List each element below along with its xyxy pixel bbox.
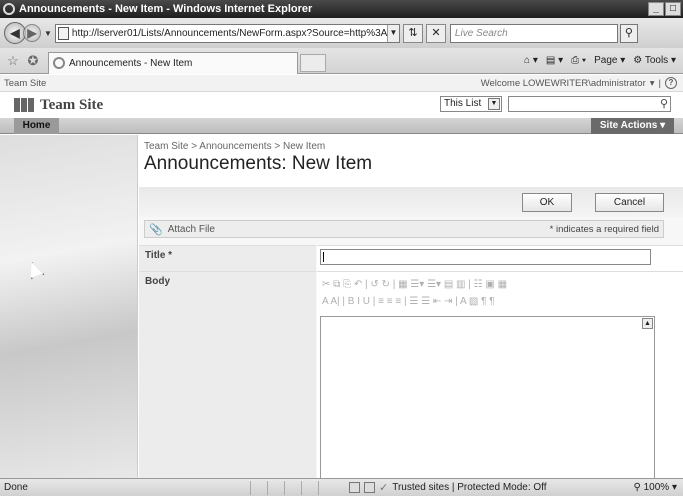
tab-bar: ☆ ✪ Announcements - New Item ⌂ ▾ ▤ ▾ ⎙ ▾… — [0, 48, 683, 74]
search-scope-value: This List — [444, 98, 482, 109]
chevron-down-icon: ▼ — [488, 98, 500, 110]
command-bar: ⌂ ▾ ▤ ▾ ⎙ ▾ Page ▾ ⚙ Tools ▾ — [521, 55, 683, 66]
tools-menu[interactable]: ⚙ Tools ▾ — [630, 55, 679, 66]
page-title-area: Team Site > Announcements > New Item Ann… — [139, 135, 683, 187]
site-actions-label: Site Actions — [599, 120, 658, 131]
address-toolbar: ◀ ▶ ▼ http://lserver01/Lists/Announcemen… — [0, 18, 683, 48]
zoom-icon: ⚲ — [633, 482, 641, 493]
live-search-input[interactable]: Live Search — [449, 23, 618, 43]
status-bar: Done ✓ Trusted sites | Protected Mode: O… — [0, 478, 683, 496]
ie-logo-icon — [3, 3, 15, 15]
sharepoint-header: Team Site This List ▼ ⚲ — [0, 92, 683, 118]
divider: | — [658, 77, 661, 89]
scroll-up-icon[interactable]: ▲ — [642, 318, 653, 329]
minimize-button[interactable]: _ — [648, 2, 664, 16]
body-field-label: Body — [139, 271, 316, 478]
address-dropdown-icon[interactable]: ▼ — [386, 24, 399, 42]
nav-home[interactable]: Home — [14, 118, 59, 134]
window-controls: _ □ — [648, 2, 681, 16]
stop-button[interactable]: ✕ — [425, 23, 446, 43]
rte-toolbar-row-1[interactable]: ✂ ⧉ ⎘ ↶ | ↺ ↻ | ▦ ☰▾ ☰▾ ▤ ▥ | ☷ ▣ ▦ — [320, 276, 655, 293]
cancel-button[interactable]: Cancel — [595, 193, 664, 212]
feeds-icon[interactable]: ▤ ▾ — [543, 55, 566, 66]
refresh-button[interactable]: ⇅ — [402, 23, 423, 43]
print-icon[interactable]: ⎙ ▾ — [568, 55, 589, 66]
chevron-down-icon: ▾ — [660, 120, 666, 131]
site-name[interactable]: Team Site — [40, 97, 103, 114]
search-scope-select[interactable]: This List ▼ — [440, 96, 502, 112]
attach-file-link[interactable]: Attach File — [168, 224, 215, 235]
title-field-cell — [317, 245, 683, 271]
body-editor[interactable]: ▲ — [320, 316, 655, 496]
welcome-text: Welcome LOWEWRITER\administrator — [480, 77, 646, 89]
zone-text: Trusted sites | Protected Mode: Off — [392, 482, 547, 493]
welcome-menu[interactable]: Welcome LOWEWRITER\administrator ▾ | ? — [481, 77, 683, 89]
required-field-note: * indicates a required field — [549, 223, 659, 235]
title-input[interactable] — [320, 249, 651, 265]
search-icon[interactable]: ⚲ — [660, 97, 668, 110]
tab-announcements[interactable]: Announcements - New Item — [48, 51, 298, 74]
paperclip-icon[interactable]: 📎 — [149, 223, 163, 236]
page-title: Announcements: New Item — [144, 153, 373, 174]
left-navigation-panel — [0, 135, 138, 478]
security-zone[interactable]: ✓ Trusted sites | Protected Mode: Off — [349, 481, 547, 494]
add-favorites-icon[interactable]: ✪ — [26, 53, 40, 69]
status-text: Done — [4, 482, 28, 493]
sharepoint-global-bar: Team Site Welcome LOWEWRITER\administrat… — [0, 75, 683, 92]
forward-button[interactable]: ▶ — [23, 24, 41, 42]
site-label[interactable]: Team Site — [4, 78, 46, 89]
history-dropdown-icon[interactable]: ▼ — [44, 29, 52, 38]
rich-text-toolbar: ✂ ⧉ ⎘ ↶ | ↺ ↻ | ▦ ☰▾ ☰▾ ▤ ▥ | ☷ ▣ ▦ A A|… — [320, 276, 655, 314]
home-icon[interactable]: ⌂ ▾ — [521, 55, 541, 66]
breadcrumb[interactable]: Team Site > Announcements > New Item — [144, 141, 325, 152]
favorites-star-icon[interactable]: ☆ — [6, 53, 20, 69]
status-segment — [284, 480, 301, 495]
status-segment — [301, 480, 318, 495]
page-menu[interactable]: Page ▾ — [591, 55, 628, 66]
status-segment — [250, 480, 267, 495]
window-title: Announcements - New Item - Windows Inter… — [19, 3, 313, 15]
address-url[interactable]: http://lserver01/Lists/Announcements/New… — [72, 28, 387, 39]
top-navigation: Home Site Actions ▾ — [0, 118, 683, 134]
address-bar[interactable]: http://lserver01/Lists/Announcements/New… — [54, 23, 400, 43]
page-menu-label: Page — [594, 55, 618, 66]
zoom-control[interactable]: ⚲ 100% ▾ — [634, 482, 683, 493]
form-toolbar: OK Cancel — [139, 187, 683, 217]
tab-ie-icon — [53, 57, 65, 69]
page-icon — [57, 26, 69, 40]
new-item-form: OK Cancel 📎 Attach File * indicates a re… — [139, 187, 683, 496]
status-segment — [267, 480, 284, 495]
title-field-label: Title * — [139, 245, 316, 271]
attach-file-bar: 📎 Attach File * indicates a required fie… — [144, 220, 664, 238]
rte-toolbar-row-2[interactable]: A A| | B I U | ≡ ≡ ≡ | ☰ ☰ ⇤ ⇥ | A ▧ ¶ ¶ — [320, 293, 655, 310]
search-icon[interactable]: ⚲ — [619, 23, 638, 43]
site-actions-menu[interactable]: Site Actions ▾ — [591, 118, 674, 134]
zone-icon — [349, 482, 360, 493]
popup-blocker-icon — [364, 482, 375, 493]
chevron-down-icon: ▾ — [671, 482, 677, 493]
check-icon: ✓ — [379, 482, 389, 494]
tab-title: Announcements - New Item — [69, 57, 193, 69]
site-search-input[interactable]: ⚲ — [508, 96, 671, 112]
window-title-bar: Announcements - New Item - Windows Inter… — [0, 0, 683, 18]
help-icon[interactable]: ? — [665, 77, 677, 89]
status-segment — [318, 480, 335, 495]
tools-menu-label: Tools — [644, 55, 669, 66]
maximize-button[interactable]: □ — [665, 2, 681, 16]
chevron-down-icon: ▾ — [649, 77, 655, 89]
zoom-level: 100% — [643, 482, 670, 493]
body-field-cell: ✂ ⧉ ⎘ ↶ | ↺ ↻ | ▦ ☰▾ ☰▾ ▤ ▥ | ☷ ▣ ▦ A A|… — [317, 271, 683, 496]
ok-button[interactable]: OK — [522, 193, 572, 212]
site-logo-icon — [14, 98, 34, 112]
new-tab-button[interactable] — [300, 53, 326, 72]
